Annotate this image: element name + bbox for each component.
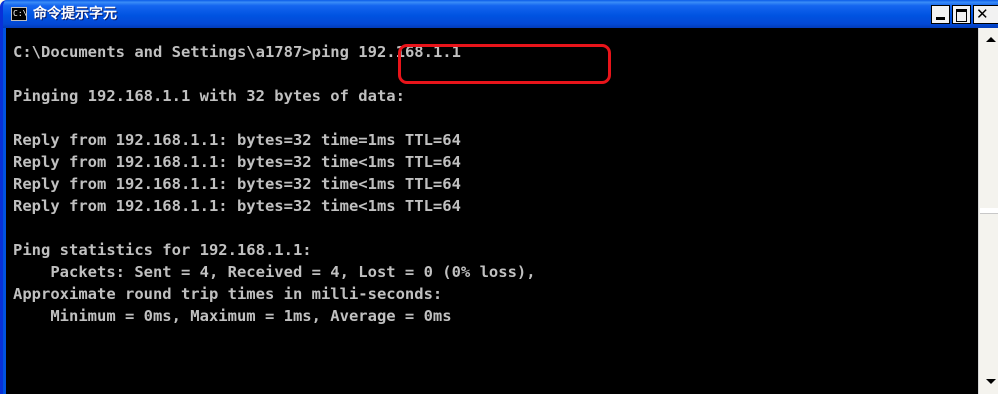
console-app-icon[interactable]: C:\ <box>11 7 27 21</box>
console-output[interactable]: C:\Documents and Settings\a1787>ping 192… <box>6 28 978 394</box>
console-line: Reply from 192.168.1.1: bytes=32 time<1m… <box>13 197 461 215</box>
command-prompt-window: C:\ 命令提示字元 C:\Documents and Settings\a17… <box>0 0 998 394</box>
prompt-path: C:\Documents and Settings\a1787> <box>13 43 312 61</box>
scroll-down-button[interactable] <box>981 372 998 392</box>
console-line: Pinging 192.168.1.1 with 32 bytes of dat… <box>13 87 405 105</box>
console-line: Reply from 192.168.1.1: bytes=32 time<1m… <box>13 175 461 193</box>
console-line: Packets: Sent = 4, Received = 4, Lost = … <box>13 263 536 281</box>
console-line-prompt: C:\Documents and Settings\a1787>ping 192… <box>13 41 461 63</box>
vertical-scrollbar[interactable] <box>978 28 998 394</box>
console-line: Approximate round trip times in milli-se… <box>13 285 443 303</box>
title-bar[interactable]: C:\ 命令提示字元 <box>3 0 998 28</box>
console-line: Ping statistics for 192.168.1.1: <box>13 241 312 259</box>
console-line: Reply from 192.168.1.1: bytes=32 time=1m… <box>13 131 461 149</box>
close-icon: ✕ <box>976 5 989 23</box>
close-button[interactable]: ✕ <box>973 5 998 24</box>
minimize-button[interactable] <box>931 5 950 24</box>
scroll-up-arrow-icon <box>986 37 996 42</box>
scroll-up-button[interactable] <box>981 30 998 50</box>
scroll-thumb[interactable] <box>980 208 998 214</box>
window-title: 命令提示字元 <box>33 6 117 22</box>
maximize-button[interactable] <box>952 5 971 24</box>
scroll-down-arrow-icon <box>986 379 996 384</box>
command-highlight-box <box>398 44 611 84</box>
console-line: Minimum = 0ms, Maximum = 1ms, Average = … <box>13 307 452 325</box>
console-line: Reply from 192.168.1.1: bytes=32 time<1m… <box>13 153 461 171</box>
